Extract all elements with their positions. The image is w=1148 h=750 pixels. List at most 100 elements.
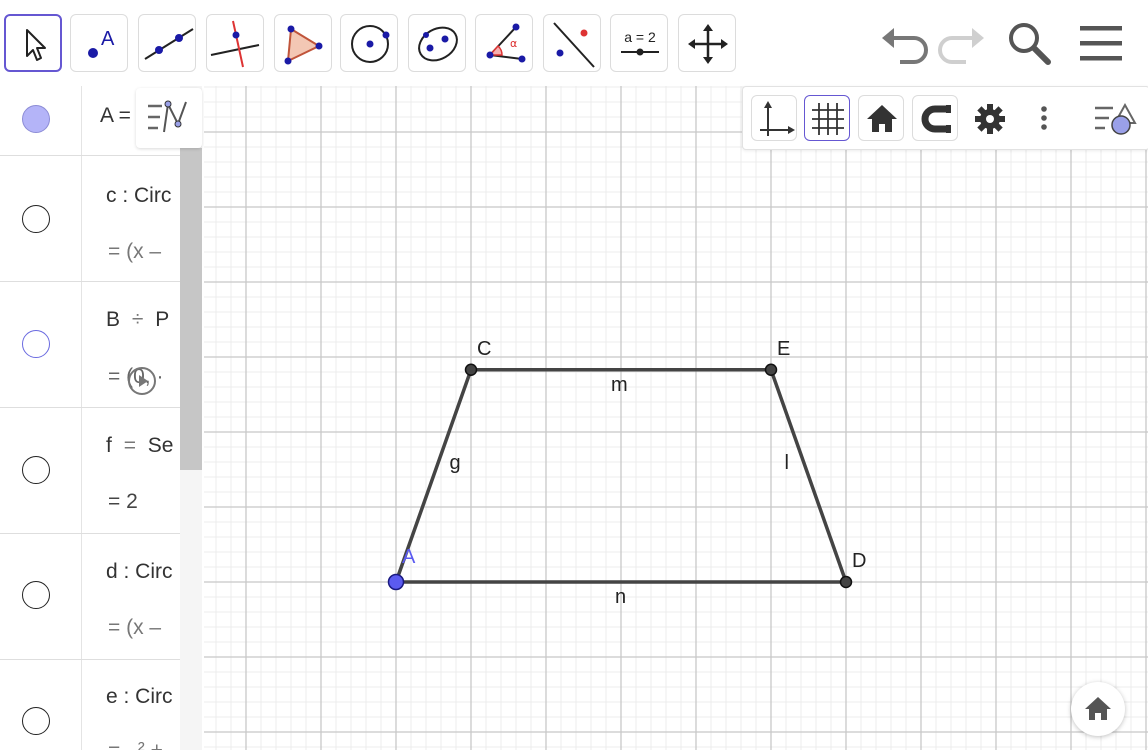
algebra-item-d[interactable]: d : Circ = (x –	[0, 533, 180, 660]
graphics-view-style-toggle[interactable]	[1089, 93, 1143, 143]
move-tool-button[interactable]	[4, 14, 62, 72]
angle-tool-button[interactable]: α	[475, 14, 533, 72]
polygon-tool-button[interactable]	[274, 14, 332, 72]
gear-icon	[975, 104, 1005, 134]
major-grid	[204, 86, 1148, 750]
polygon-icon	[284, 25, 323, 65]
point-capturing-button[interactable]	[912, 95, 958, 141]
angle-icon: α	[486, 23, 526, 63]
play-animation-icon[interactable]	[128, 367, 156, 395]
standard-view-fab[interactable]	[1071, 682, 1125, 736]
toggle-grid-button[interactable]	[804, 95, 850, 141]
segment-label-m: m	[611, 373, 628, 396]
algebra-label-e: e : Circ	[106, 685, 173, 708]
segment-label-n: n	[615, 586, 627, 608]
slider-icon: a = 2	[621, 29, 659, 56]
ellipse-icon	[418, 26, 458, 62]
magnet-icon	[921, 105, 951, 133]
move-graphics-view-icon	[688, 24, 728, 64]
graphics-settings-button[interactable]	[966, 95, 1012, 141]
algebra-style-button[interactable]	[136, 88, 202, 148]
algebra-definition-c: = (x –	[108, 240, 162, 263]
more-options-button[interactable]	[1029, 95, 1059, 141]
cursor-arrow-icon	[26, 29, 46, 61]
algebra-label-c: c : Circ	[106, 184, 172, 207]
algebra-item-f[interactable]: f = Se = 2	[0, 407, 180, 534]
algebra-label-f-separator: =	[123, 434, 136, 457]
algebra-definition-d: = (x –	[108, 616, 162, 639]
segment-label-g: g	[449, 451, 461, 474]
algebra-sort-icon	[148, 100, 187, 133]
hamburger-menu-icon	[1080, 26, 1122, 61]
redo-button[interactable]	[934, 18, 986, 70]
algebra-label-d: d : Circ	[106, 560, 173, 583]
toolbar: A α a = 2	[0, 0, 1148, 87]
point-label-A: A	[402, 546, 416, 568]
algebra-scrollbar[interactable]	[180, 148, 202, 470]
point-E[interactable]	[764, 363, 778, 376]
line-through-points-icon	[144, 28, 194, 60]
home-icon	[867, 105, 897, 132]
point-label-D: D	[852, 550, 867, 572]
redo-icon	[938, 28, 984, 64]
play-triangle-icon	[139, 375, 148, 387]
point-A[interactable]	[387, 573, 405, 591]
algebra-definition-e: = –² +	[108, 739, 163, 750]
graphics-view[interactable]: A C E D n m g l	[204, 86, 1148, 750]
point-icon: A	[88, 28, 115, 58]
slider-icon-text: a = 2	[624, 29, 656, 45]
conic-tool-button[interactable]	[408, 14, 466, 72]
reflect-tool-button[interactable]	[543, 14, 601, 72]
search-icon	[1009, 23, 1051, 65]
home-icon	[1085, 697, 1111, 720]
algebra-label-B: B ÷ P	[106, 308, 169, 332]
algebra-view: A = c : Circ = (x – B ÷ P = (0, · f = Se…	[0, 86, 205, 750]
visibility-toggle-A[interactable]	[22, 105, 50, 133]
perpendicular-line-icon	[210, 20, 260, 68]
point-label-C: C	[477, 337, 492, 360]
circle-center-point-icon	[351, 25, 390, 63]
undo-button[interactable]	[876, 18, 928, 70]
algebra-label-f-name: f	[106, 434, 112, 457]
point-tool-button[interactable]: A	[70, 14, 128, 72]
algebra-label-A: A =	[100, 104, 131, 127]
visibility-toggle-B[interactable]	[22, 330, 50, 358]
undo-icon	[882, 28, 928, 64]
algebra-item-e[interactable]: e : Circ = –² +	[0, 659, 180, 750]
algebra-label-B-name: B	[106, 308, 121, 331]
angle-icon-letter: α	[510, 37, 517, 50]
visibility-toggle-f[interactable]	[22, 456, 50, 484]
point-C[interactable]	[464, 363, 478, 376]
slider-tool-button[interactable]: a = 2	[610, 14, 668, 72]
point-icon-letter: A	[101, 28, 115, 50]
reflect-about-line-icon	[553, 22, 595, 68]
point-D[interactable]	[839, 575, 853, 589]
search-button[interactable]	[1004, 18, 1056, 70]
graphics-style-icon	[1095, 102, 1137, 135]
more-vertical-icon	[1041, 106, 1047, 130]
graphics-style-bar	[742, 86, 1148, 150]
axes-icon	[760, 101, 795, 136]
visibility-toggle-c[interactable]	[22, 205, 50, 233]
standard-view-button[interactable]	[858, 95, 904, 141]
visibility-toggle-d[interactable]	[22, 581, 50, 609]
circle-tool-button[interactable]	[340, 14, 398, 72]
main-menu-button[interactable]	[1076, 18, 1128, 70]
algebra-label-B-tail: P	[155, 308, 170, 331]
algebra-label-f-tail: Se	[147, 434, 174, 457]
toggle-axes-button[interactable]	[751, 95, 797, 141]
point-label-E: E	[777, 337, 791, 360]
perpendicular-tool-button[interactable]	[206, 14, 264, 72]
algebra-item-c[interactable]: c : Circ = (x –	[0, 155, 180, 282]
algebra-label-B-separator: ÷	[131, 308, 144, 331]
algebra-label-f: f = Se	[106, 434, 173, 458]
algebra-item-B[interactable]: B ÷ P = (0, ·	[0, 281, 180, 408]
move-view-tool-button[interactable]	[678, 14, 736, 72]
line-tool-button[interactable]	[138, 14, 196, 72]
segment-label-l: l	[784, 451, 789, 474]
graphics-canvas[interactable]	[204, 86, 1148, 750]
visibility-toggle-e[interactable]	[22, 707, 50, 735]
algebra-definition-f: = 2	[108, 490, 138, 513]
minor-grid	[204, 86, 1148, 750]
grid-icon	[812, 103, 844, 135]
